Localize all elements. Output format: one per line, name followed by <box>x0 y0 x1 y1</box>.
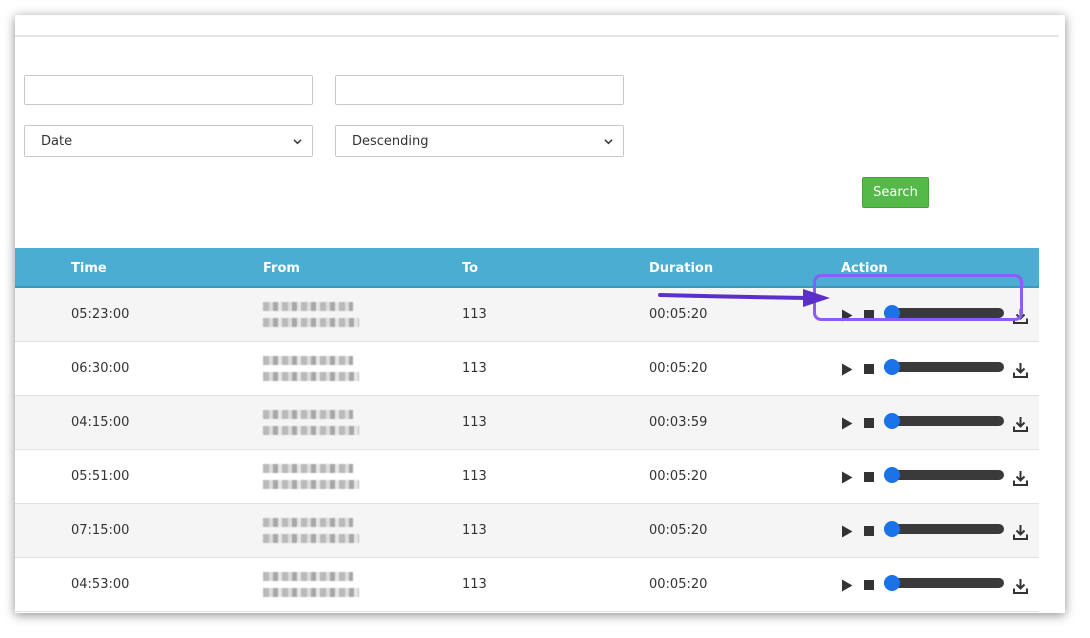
sort-order-select[interactable]: Descending <box>335 125 624 157</box>
cell-duration: 00:03:59 <box>649 415 708 430</box>
cell-from-redacted <box>263 462 359 492</box>
table-row: 04:15:00 113 00:03:59 <box>15 396 1039 450</box>
sort-by-value: Date <box>41 133 73 149</box>
seek-slider[interactable] <box>884 413 1004 429</box>
audio-player <box>841 450 1031 504</box>
play-icon[interactable] <box>841 471 853 484</box>
seek-slider-thumb[interactable] <box>884 575 900 591</box>
download-icon[interactable] <box>1013 362 1028 378</box>
chevron-down-icon <box>293 138 302 144</box>
table-row: 05:51:00 113 00:05:20 <box>15 450 1039 504</box>
audio-player <box>841 504 1031 558</box>
cell-from-redacted <box>263 300 359 330</box>
cell-from-redacted <box>263 354 359 384</box>
cell-time: 04:53:00 <box>71 577 130 592</box>
cell-to: 113 <box>462 577 487 592</box>
cell-to: 113 <box>462 469 487 484</box>
play-icon[interactable] <box>841 579 853 592</box>
cell-duration: 00:05:20 <box>649 307 708 322</box>
play-icon[interactable] <box>841 363 853 376</box>
cell-to: 113 <box>462 415 487 430</box>
download-icon[interactable] <box>1013 416 1028 432</box>
cell-from-redacted <box>263 408 359 438</box>
table-body: 05:23:00 113 00:05:20 06:30:00 113 00:05… <box>15 288 1039 612</box>
stop-icon[interactable] <box>864 472 874 482</box>
cell-to: 113 <box>462 523 487 538</box>
cell-time: 04:15:00 <box>71 415 130 430</box>
sort-by-select[interactable]: Date <box>24 125 313 157</box>
stop-icon[interactable] <box>864 580 874 590</box>
column-header-time: Time <box>71 261 107 276</box>
annotation-highlight-box <box>813 274 1023 321</box>
cell-to: 113 <box>462 361 487 376</box>
seek-slider-thumb[interactable] <box>884 413 900 429</box>
audio-player <box>841 396 1031 450</box>
column-header-to: To <box>462 261 479 276</box>
sort-order-value: Descending <box>352 133 429 149</box>
seek-slider[interactable] <box>884 575 1004 591</box>
cell-duration: 00:05:20 <box>649 523 708 538</box>
table-row: 04:53:00 113 00:05:20 <box>15 558 1039 612</box>
download-icon[interactable] <box>1013 524 1028 540</box>
stop-icon[interactable] <box>864 364 874 374</box>
stop-icon[interactable] <box>864 418 874 428</box>
cell-time: 07:15:00 <box>71 523 130 538</box>
chevron-down-icon <box>604 138 613 144</box>
cell-duration: 00:05:20 <box>649 469 708 484</box>
filter-text-input-2[interactable] <box>335 75 624 105</box>
play-icon[interactable] <box>841 417 853 430</box>
column-header-duration: Duration <box>649 261 714 276</box>
seek-slider-thumb[interactable] <box>884 521 900 537</box>
cell-from-redacted <box>263 516 359 546</box>
column-header-from: From <box>263 261 300 276</box>
audio-player <box>841 558 1031 612</box>
table-row: 07:15:00 113 00:05:20 <box>15 504 1039 558</box>
annotation-arrow-icon <box>658 289 830 307</box>
cell-time: 05:23:00 <box>71 307 130 322</box>
audio-player <box>841 342 1031 396</box>
seek-slider[interactable] <box>884 467 1004 483</box>
cell-from-redacted <box>263 570 359 600</box>
download-icon[interactable] <box>1013 470 1028 486</box>
stop-icon[interactable] <box>864 526 874 536</box>
play-icon[interactable] <box>841 525 853 538</box>
search-button[interactable]: Search <box>862 177 929 208</box>
cell-time: 05:51:00 <box>71 469 130 484</box>
table-row: 06:30:00 113 00:05:20 <box>15 342 1039 396</box>
seek-slider-thumb[interactable] <box>884 359 900 375</box>
download-icon[interactable] <box>1013 578 1028 594</box>
top-divider <box>15 35 1059 37</box>
cell-time: 06:30:00 <box>71 361 130 376</box>
filter-text-input-1[interactable] <box>24 75 313 105</box>
seek-slider-thumb[interactable] <box>884 467 900 483</box>
cell-duration: 00:05:20 <box>649 577 708 592</box>
seek-slider[interactable] <box>884 359 1004 375</box>
seek-slider[interactable] <box>884 521 1004 537</box>
cell-duration: 00:05:20 <box>649 361 708 376</box>
cell-to: 113 <box>462 307 487 322</box>
